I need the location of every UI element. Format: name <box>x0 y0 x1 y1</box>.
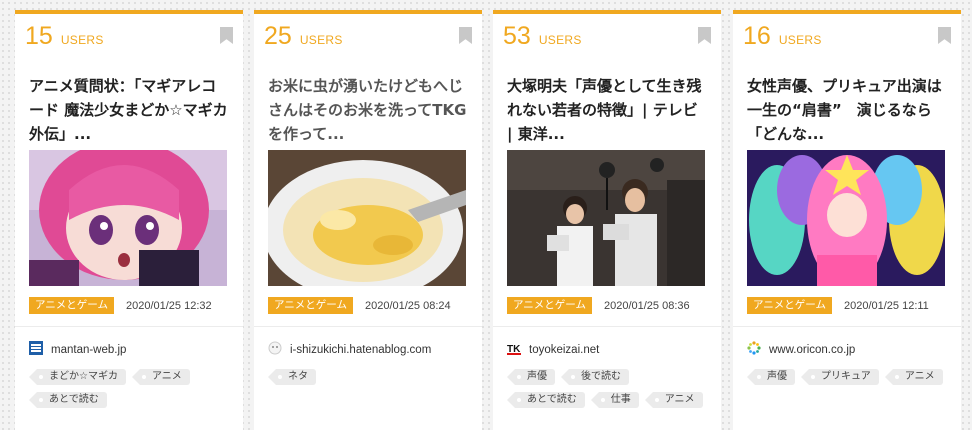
site-name: mantan-web.jp <box>51 344 127 356</box>
divider <box>493 326 721 327</box>
bookmark-icon[interactable] <box>220 27 233 44</box>
entry-card: 25 USERS お米に虫が湧いたけどもへじさんはそのお米を洗ってTKGを作って.… <box>254 10 482 430</box>
tag-list: ネタ <box>268 369 478 392</box>
category-badge[interactable]: アニメとゲーム <box>29 297 114 314</box>
tag[interactable]: 後で読む <box>561 369 629 385</box>
entry-title[interactable]: 大塚明夫「声優として生き残れない若者の特徴」| テレビ | 東洋... <box>507 74 707 146</box>
category-badge[interactable]: アニメとゲーム <box>268 297 353 314</box>
tag-list: 声優 後で読むあとで読む 仕事 アニメ <box>507 369 717 415</box>
entry-card: 53 USERS 大塚明夫「声優として生き残れない若者の特徴」| テレビ | 東洋… <box>493 10 721 430</box>
tag[interactable]: 声優 <box>747 369 795 385</box>
tag[interactable]: あとで読む <box>507 392 585 408</box>
tag[interactable]: 仕事 <box>590 392 639 408</box>
hatena-blog-icon <box>268 341 282 355</box>
entry-thumbnail[interactable] <box>747 150 945 286</box>
entry-date: 2020/01/25 08:36 <box>603 299 690 312</box>
users-number: 16 <box>743 22 771 50</box>
site-link[interactable]: mantan-web.jp <box>29 341 126 357</box>
divider <box>15 326 243 327</box>
users-count[interactable]: 53 USERS <box>503 22 582 52</box>
category-badge[interactable]: アニメとゲーム <box>507 297 592 314</box>
users-count[interactable]: 16 USERS <box>743 22 822 52</box>
site-link[interactable]: i-shizukichi.hatenablog.com <box>268 341 431 357</box>
entry-title[interactable]: アニメ質問状：「マギアレコード 魔法少女まどか☆マギカ外伝」... <box>29 74 229 146</box>
entry-title[interactable]: 女性声優、プリキュア出演は一生の“肩書” 演じるなら「どんな... <box>747 74 947 146</box>
entry-meta: アニメとゲーム 2020/01/25 12:32 <box>29 295 239 317</box>
tag[interactable]: 声優 <box>507 369 555 385</box>
users-number: 53 <box>503 22 531 50</box>
divider <box>733 326 961 327</box>
tag[interactable]: あとで読む <box>29 392 107 408</box>
entry-date: 2020/01/25 08:24 <box>364 299 451 312</box>
entry-meta: アニメとゲーム 2020/01/25 12:11 <box>747 295 957 317</box>
bookmark-icon[interactable] <box>698 27 711 44</box>
site-name: toyokeizai.net <box>529 344 600 356</box>
tag[interactable]: アニメ <box>884 369 943 385</box>
entry-date: 2020/01/25 12:32 <box>125 299 212 312</box>
entry-thumbnail[interactable] <box>268 150 466 286</box>
tag[interactable]: ネタ <box>268 369 316 385</box>
entry-thumbnail[interactable] <box>29 150 227 286</box>
users-label: USERS <box>778 33 822 47</box>
site-link[interactable]: www.oricon.co.jp <box>747 341 855 357</box>
tag-list: まどか☆マギカ アニメあとで読む <box>29 369 239 415</box>
category-badge[interactable]: アニメとゲーム <box>747 297 832 314</box>
site-link[interactable]: TK toyokeizai.net <box>507 341 599 357</box>
entry-title[interactable]: お米に虫が湧いたけどもへじさんはそのお米を洗ってTKGを作って... <box>268 74 468 146</box>
oricon-logo-icon <box>747 341 761 355</box>
site-name: www.oricon.co.jp <box>769 344 856 356</box>
entry-card: 16 USERS 女性声優、プリキュア出演は一生の“肩書” 演じるなら「どんな..… <box>733 10 961 430</box>
users-label: USERS <box>299 33 343 47</box>
bookmark-icon[interactable] <box>459 27 472 44</box>
users-count[interactable]: 15 USERS <box>25 22 104 52</box>
tag-list: 声優 プリキュア アニメ <box>747 369 957 392</box>
users-number: 15 <box>25 22 53 50</box>
divider <box>254 326 482 327</box>
users-label: USERS <box>538 33 582 47</box>
users-label: USERS <box>60 33 104 47</box>
tag[interactable]: プリキュア <box>801 369 879 385</box>
tag[interactable]: まどか☆マギカ <box>29 369 126 385</box>
mantan-web-logo-icon <box>29 341 43 355</box>
bookmark-icon[interactable] <box>938 27 951 44</box>
entry-meta: アニメとゲーム 2020/01/25 08:24 <box>268 295 478 317</box>
users-number: 25 <box>264 22 292 50</box>
entry-date: 2020/01/25 12:11 <box>843 299 929 312</box>
entry-thumbnail[interactable] <box>507 150 705 286</box>
entry-card: 15 USERS アニメ質問状：「マギアレコード 魔法少女まどか☆マギカ外伝」..… <box>15 10 243 430</box>
tag[interactable]: アニメ <box>644 392 703 408</box>
site-name: i-shizukichi.hatenablog.com <box>290 344 432 356</box>
users-count[interactable]: 25 USERS <box>264 22 343 52</box>
toyokeizai-logo-icon: TK <box>507 341 521 355</box>
tag[interactable]: アニメ <box>131 369 190 385</box>
entry-meta: アニメとゲーム 2020/01/25 08:36 <box>507 295 717 317</box>
